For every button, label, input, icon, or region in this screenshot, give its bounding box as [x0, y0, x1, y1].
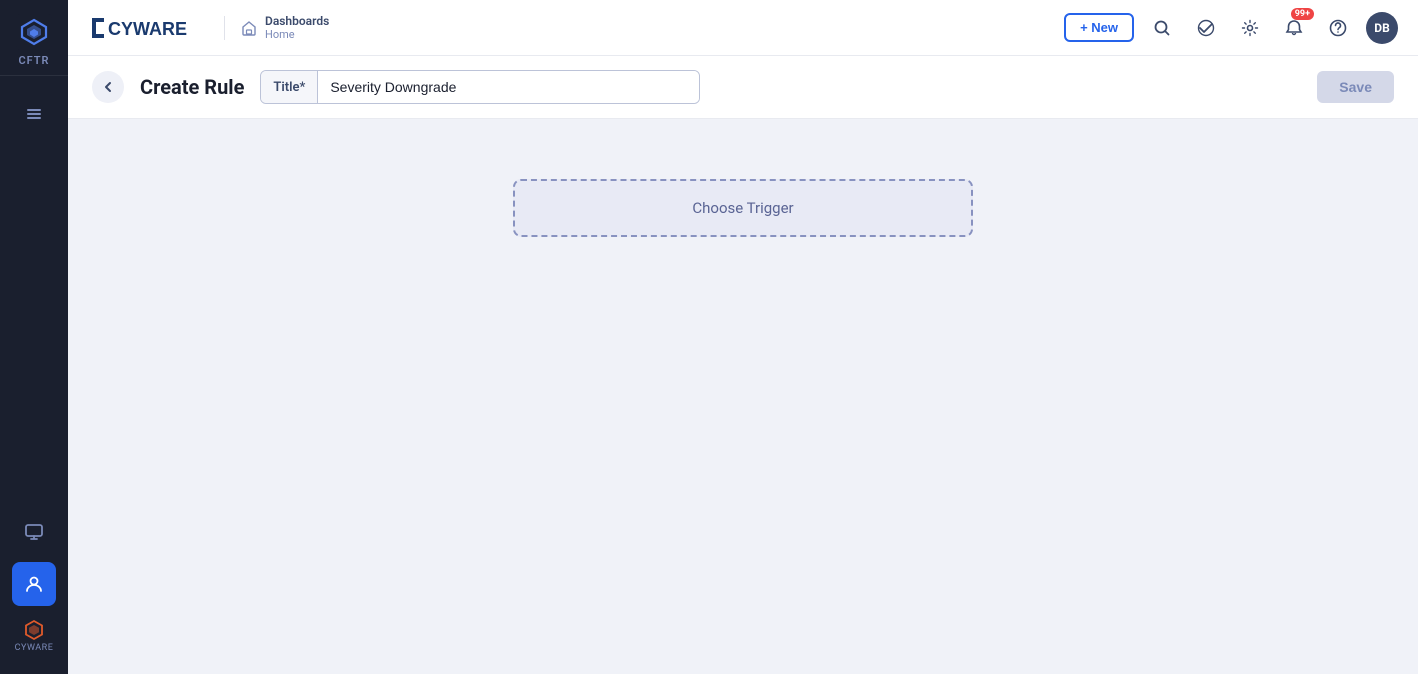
monitor-icon	[24, 522, 44, 542]
search-icon	[1153, 19, 1171, 37]
home-icon	[241, 20, 257, 36]
sidebar-bottom: CYWARE	[0, 510, 68, 674]
breadcrumb-area: Dashboards Home	[241, 14, 329, 41]
topbar-cyware-logo: CYWARE	[88, 14, 188, 42]
sidebar: CFTR	[0, 0, 68, 674]
checkmark-button[interactable]	[1190, 12, 1222, 44]
cyware-logo-icon	[16, 14, 52, 50]
topbar: CYWARE Dashboards Home + New	[68, 0, 1418, 56]
notification-button[interactable]: 99+	[1278, 12, 1310, 44]
title-label: Title*	[261, 71, 318, 103]
content: Create Rule Title* Save Choose Trigger	[68, 56, 1418, 674]
topbar-actions: + New	[1064, 12, 1398, 44]
page-title: Create Rule	[140, 75, 244, 99]
help-icon	[1329, 19, 1347, 37]
svg-text:CYWARE: CYWARE	[108, 19, 187, 39]
new-button[interactable]: + New	[1064, 13, 1134, 42]
bell-icon	[1285, 19, 1303, 37]
back-button[interactable]	[92, 71, 124, 103]
search-button[interactable]	[1146, 12, 1178, 44]
cyware-bottom-icon	[23, 619, 45, 641]
sidebar-cftr-label: CFTR	[18, 54, 49, 67]
canvas-area: Choose Trigger	[68, 119, 1418, 674]
avatar[interactable]: DB	[1366, 12, 1398, 44]
sidebar-item-menu[interactable]	[12, 92, 56, 136]
save-button[interactable]: Save	[1317, 71, 1394, 103]
topbar-divider	[224, 16, 225, 40]
main-area: CYWARE Dashboards Home + New	[68, 0, 1418, 674]
breadcrumb: Dashboards Home	[265, 14, 329, 41]
sidebar-item-cyware[interactable]: CYWARE	[12, 614, 56, 658]
sidebar-item-user[interactable]	[12, 562, 56, 606]
choose-trigger-button[interactable]: Choose Trigger	[513, 179, 973, 237]
sidebar-logo-area: CFTR	[0, 0, 68, 76]
settings-button[interactable]	[1234, 12, 1266, 44]
title-input[interactable]	[318, 71, 699, 103]
menu-icon	[24, 104, 44, 124]
help-button[interactable]	[1322, 12, 1354, 44]
topbar-brand: CYWARE	[88, 14, 188, 42]
sidebar-items	[0, 76, 68, 510]
gear-icon	[1241, 19, 1259, 37]
cyware-bottom-label: CYWARE	[15, 643, 54, 653]
breadcrumb-subtitle: Home	[265, 28, 329, 41]
sidebar-item-monitor[interactable]	[12, 510, 56, 554]
rule-header: Create Rule Title* Save	[68, 56, 1418, 119]
check-icon	[1197, 19, 1215, 37]
notification-badge: 99+	[1291, 8, 1314, 20]
title-field-wrapper: Title*	[260, 70, 700, 104]
user-icon	[24, 574, 44, 594]
breadcrumb-title: Dashboards	[265, 14, 329, 28]
arrow-left-icon	[100, 79, 116, 95]
